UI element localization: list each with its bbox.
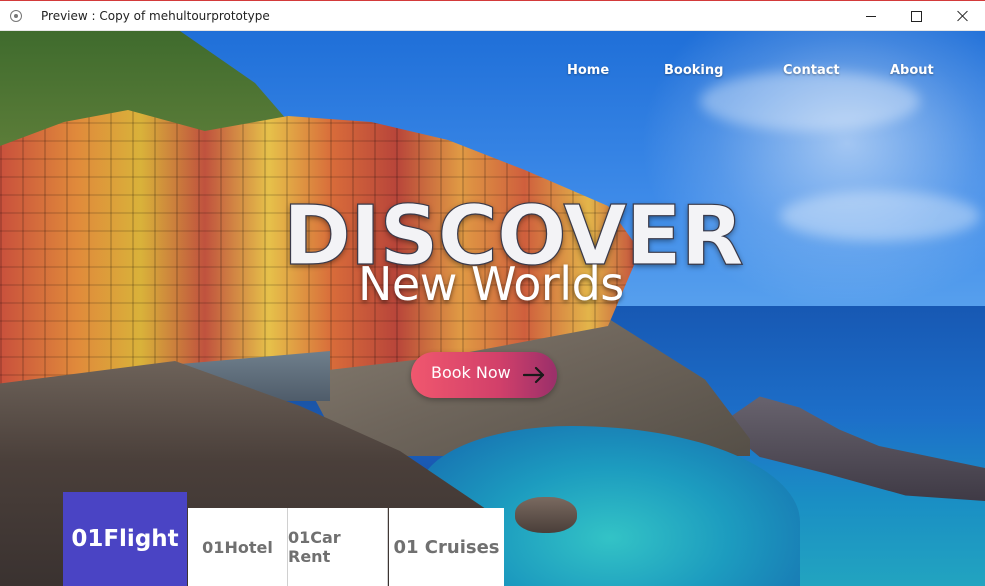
close-icon [956, 10, 968, 22]
hero-subheadline: New Worlds [358, 257, 624, 311]
nav-contact-link[interactable]: Contact [783, 63, 840, 78]
tab-hotel[interactable]: 01Hotel [188, 508, 288, 586]
maximize-icon [910, 10, 922, 22]
nav-booking-link[interactable]: Booking [664, 63, 723, 78]
window-title: Preview : Copy of mehultourprototype [41, 9, 270, 23]
tab-car-rent[interactable]: 01Car Rent [288, 508, 388, 586]
nav-home-link[interactable]: Home [567, 63, 609, 78]
minimize-icon [866, 15, 876, 17]
nav-about-link[interactable]: About [890, 63, 934, 78]
book-now-label: Book Now [431, 363, 511, 382]
app-icon [10, 10, 22, 22]
cloud [700, 71, 920, 131]
close-button[interactable] [939, 1, 985, 31]
maximize-button[interactable] [893, 1, 939, 31]
tab-flight[interactable]: 01Flight [63, 492, 187, 586]
cloud [780, 191, 980, 241]
arrow-right-icon [523, 366, 545, 384]
minimize-button[interactable] [848, 1, 894, 31]
book-now-button[interactable]: Book Now [411, 352, 557, 398]
rock [515, 497, 577, 533]
window-titlebar: Preview : Copy of mehultourprototype [0, 0, 985, 31]
tab-cruises[interactable]: 01 Cruises [389, 508, 504, 586]
